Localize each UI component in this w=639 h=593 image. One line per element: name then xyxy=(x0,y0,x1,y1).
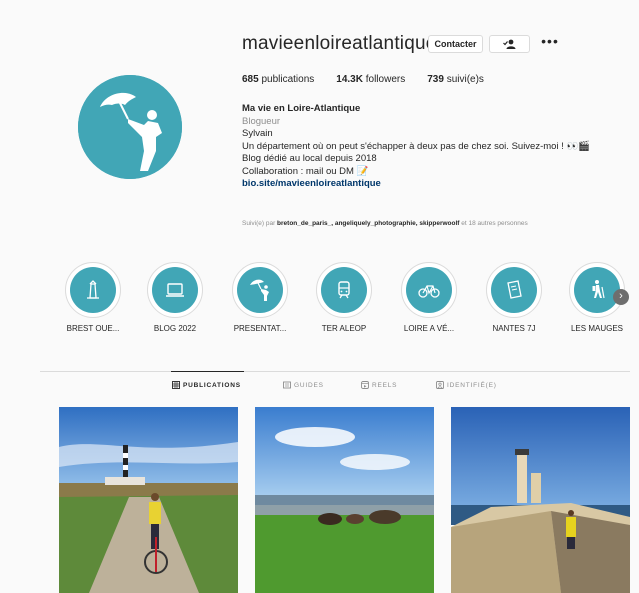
hiker-icon xyxy=(592,280,605,299)
followed-by-suffix: et 18 autres personnes xyxy=(461,220,528,227)
post-image xyxy=(255,407,434,593)
following-button[interactable] xyxy=(489,35,530,53)
highlight-label: BLOG 2022 xyxy=(153,324,197,333)
highlight-label: TER ALEOP xyxy=(321,324,367,333)
tab-publications[interactable]: PUBLICATIONS xyxy=(172,381,241,389)
stat-label: suivi(e)s xyxy=(446,74,484,85)
post-thumbnail-lighthouse-pier[interactable] xyxy=(451,407,630,593)
highlight-cover xyxy=(491,267,537,313)
reels-icon xyxy=(361,381,369,389)
bicycle-icon xyxy=(418,285,440,298)
followed-by-prefix: Suivi(e) par xyxy=(242,220,276,227)
highlight-cover xyxy=(152,267,198,313)
highlight-ring xyxy=(65,262,121,318)
profile-avatar[interactable] xyxy=(78,75,182,179)
bio-line: Blog dédié au local depuis 2018 xyxy=(242,153,377,164)
followed-by-names: breton_de_paris_, angeliquely_photograph… xyxy=(277,220,460,227)
highlight-cover xyxy=(321,267,367,313)
stat-count: 739 xyxy=(427,74,444,85)
tab-identified[interactable]: IDENTIFIÉ(E) xyxy=(436,381,497,389)
profile-full-name: Ma vie en Loire-Atlantique xyxy=(242,103,361,114)
highlight-ring xyxy=(486,262,542,318)
profile-stats: 685 publications 14.3K followers 739 sui… xyxy=(242,74,506,85)
umbrella-person-icon xyxy=(250,279,269,301)
bio-link[interactable]: bio.site/mavieenloireatlantique xyxy=(242,178,632,191)
highlight-label: PRESENTAT... xyxy=(233,324,287,333)
tab-reels[interactable]: REELS xyxy=(361,381,397,389)
highlights-next-button[interactable]: › xyxy=(613,289,629,305)
highlight-cover xyxy=(406,267,452,313)
highlight-label: BREST OUE... xyxy=(66,324,120,333)
highlight-cover xyxy=(70,267,116,313)
highlight-nantes-7j[interactable]: NANTES 7J xyxy=(480,262,548,333)
highlight-ring xyxy=(232,262,288,318)
post-image xyxy=(59,407,238,593)
highlight-presentation[interactable]: PRESENTAT... xyxy=(226,262,294,333)
contact-button[interactable]: Contacter xyxy=(428,35,483,53)
instagram-profile-page: mavieenloireatlantique Contacter ••• 685… xyxy=(0,0,639,593)
highlight-loire-a-velo[interactable]: LOIRE A VÉ... xyxy=(395,262,463,333)
tab-label: GUIDES xyxy=(294,381,324,389)
highlight-cover xyxy=(237,267,283,313)
stat-followers[interactable]: 14.3K followers xyxy=(336,74,405,85)
highlight-label: NANTES 7J xyxy=(492,324,536,333)
stat-publications: 685 publications xyxy=(242,74,314,85)
active-tab-indicator xyxy=(171,371,244,372)
highlight-ring xyxy=(401,262,457,318)
tab-guides[interactable]: GUIDES xyxy=(283,381,324,389)
bio-line: Sylvain xyxy=(242,128,273,139)
umbrella-person-logo xyxy=(78,75,182,179)
tab-label: REELS xyxy=(372,381,398,389)
stat-count: 685 xyxy=(242,74,259,85)
highlight-brest[interactable]: BREST OUE... xyxy=(59,262,127,333)
tabs-divider xyxy=(40,371,630,372)
post-thumbnail-cows-field[interactable] xyxy=(255,407,434,593)
grid-icon xyxy=(172,381,180,389)
bio-line: Collaboration : mail ou DM 📝 xyxy=(242,165,369,177)
person-check-icon xyxy=(502,39,515,49)
post-thumbnail-cyclist-lighthouse[interactable] xyxy=(59,407,238,593)
highlight-label: LES MAUGES xyxy=(570,324,623,333)
highlight-ring xyxy=(147,262,203,318)
profile-category: Blogueur xyxy=(242,115,281,127)
lighthouse-icon xyxy=(87,280,99,299)
train-icon xyxy=(338,281,350,299)
followed-by-text[interactable]: Suivi(e) par breton_de_paris_, angelique… xyxy=(242,220,632,227)
guide-icon xyxy=(283,381,291,389)
stat-label: followers xyxy=(365,74,406,85)
laptop-icon xyxy=(166,283,184,297)
more-options-button[interactable]: ••• xyxy=(540,33,560,51)
stat-count: 14.3K xyxy=(336,74,363,85)
profile-bio: Ma vie en Loire-Atlantique Blogueur Sylv… xyxy=(242,103,632,191)
highlight-label: LOIRE A VÉ... xyxy=(403,324,455,333)
tab-label: PUBLICATIONS xyxy=(183,381,241,389)
highlight-ter-aleop[interactable]: TER ALEOP xyxy=(310,262,378,333)
profile-username: mavieenloireatlantique xyxy=(242,33,437,54)
post-image xyxy=(451,407,630,593)
stat-following[interactable]: 739 suivi(e)s xyxy=(427,74,484,85)
highlight-cover xyxy=(574,267,620,313)
map-icon xyxy=(507,280,522,299)
highlight-blog-2022[interactable]: BLOG 2022 xyxy=(141,262,209,333)
stat-label: publications xyxy=(261,74,315,85)
bio-line: Un département où on peut s'échapper à d… xyxy=(242,140,591,152)
chevron-right-icon: › xyxy=(619,290,623,302)
tab-label: IDENTIFIÉ(E) xyxy=(447,381,497,389)
tag-icon xyxy=(436,381,444,389)
highlight-ring xyxy=(316,262,372,318)
